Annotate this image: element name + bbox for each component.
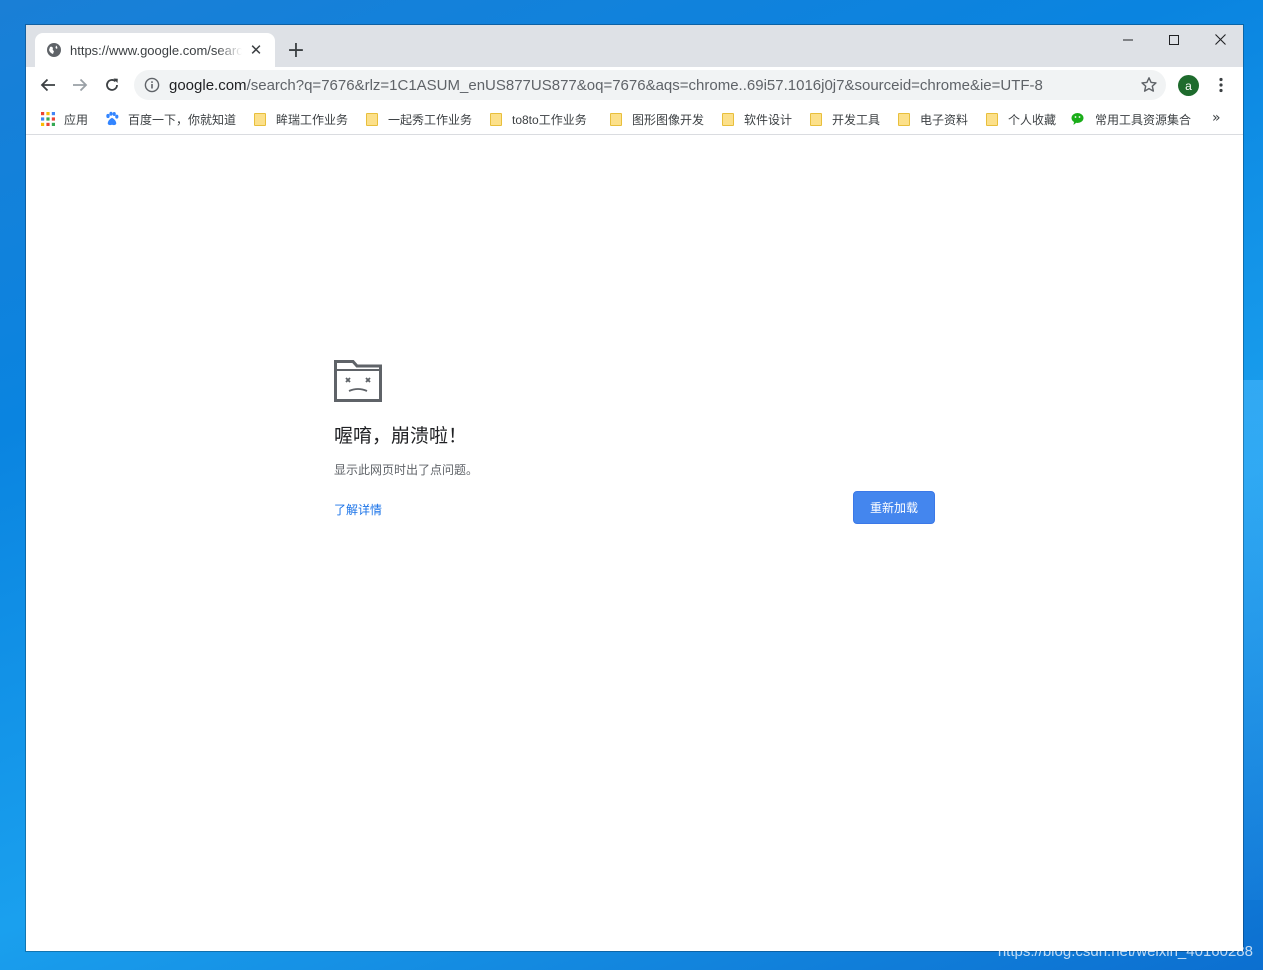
maximize-button[interactable] [1151, 25, 1197, 54]
maximize-icon [1169, 34, 1179, 45]
bookmark-label: 软件设计 [744, 112, 793, 127]
bookmark-folder[interactable]: 眸瑞工作业务 [252, 109, 348, 129]
tab-strip: https://www.google.com/search?q=7676 ✕ + [26, 25, 1243, 67]
bookmark-label: 眸瑞工作业务 [276, 112, 349, 127]
globe-icon [47, 43, 61, 57]
forward-button[interactable] [67, 72, 93, 98]
error-title: 喔唷，崩溃啦！ [334, 425, 468, 447]
bookmark-folder[interactable]: 图形图像开发 [608, 109, 704, 129]
folder-icon [986, 113, 998, 126]
sad-tab-icon [334, 360, 382, 402]
info-icon[interactable] [144, 77, 160, 93]
profile-avatar[interactable]: a [1178, 75, 1199, 96]
bookmark-apps[interactable]: 应用 [40, 109, 88, 129]
reload-button[interactable]: 重新加载 [853, 491, 935, 524]
folder-icon [810, 113, 822, 126]
folder-icon [366, 113, 378, 126]
tab-close-icon[interactable]: ✕ [247, 41, 265, 59]
star-icon[interactable] [1140, 76, 1158, 94]
address-host: google.com [169, 76, 247, 94]
bookmark-folder[interactable]: 电子资料 [896, 109, 968, 129]
folder-icon [722, 113, 734, 126]
bookmark-folder[interactable]: to8to工作业务 [488, 109, 587, 129]
reload-toolbar-button[interactable] [99, 72, 125, 98]
bookmark-folder[interactable]: 开发工具 [808, 109, 880, 129]
address-text: google.com/search?q=7676&rlz=1C1ASUM_enU… [169, 77, 1129, 94]
more-vert-icon[interactable] [1212, 76, 1230, 94]
bookmark-label: 百度一下，你就知道 [128, 112, 237, 127]
folder-icon [490, 113, 502, 126]
bookmark-tools[interactable]: 常用工具资源集合 [1071, 109, 1191, 129]
bookmark-label: 图形图像开发 [632, 112, 705, 127]
bookmark-label: 应用 [64, 112, 89, 127]
browser-window: https://www.google.com/search?q=7676 ✕ + [26, 25, 1243, 951]
watermark: https://blog.csdn.net/weixin_40160288 [997, 943, 1253, 960]
bookmark-folder[interactable]: 一起秀工作业务 [364, 109, 472, 129]
bookmark-label: 常用工具资源集合 [1095, 112, 1192, 127]
bookmark-label: 开发工具 [832, 112, 881, 127]
close-icon [1214, 34, 1226, 45]
bookmark-label: 一起秀工作业务 [388, 112, 473, 127]
address-path: /search?q=7676&rlz=1C1ASUM_enUS877US877&… [246, 76, 1043, 94]
refresh-icon [106, 78, 118, 91]
new-tab-button[interactable]: + [284, 38, 308, 63]
bookmark-folder[interactable]: 软件设计 [720, 109, 792, 129]
page-content: 喔唷，崩溃啦！ 显示此网页时出了点问题。 了解详情 重新加载 [26, 136, 1243, 951]
tab-active[interactable]: https://www.google.com/search?q=7676 ✕ [35, 33, 275, 67]
bookmark-label: 个人收藏 [1008, 112, 1057, 127]
folder-icon [254, 113, 266, 126]
bookmarks-bar: 应用 百度一下，你就知道 眸瑞工作业务 一起秀工作业务 to8to工作业务 图形… [26, 103, 1243, 135]
folder-icon [610, 113, 622, 126]
close-window-button[interactable] [1197, 25, 1243, 54]
back-button[interactable] [35, 72, 61, 98]
bookmark-label: 电子资料 [920, 112, 969, 127]
minimize-button[interactable] [1105, 25, 1151, 54]
bookmark-label: to8to工作业务 [512, 112, 587, 127]
tab-title: https://www.google.com/search?q=7676 [70, 42, 242, 58]
address-bar[interactable]: google.com/search?q=7676&rlz=1C1ASUM_enU… [134, 70, 1166, 100]
minimize-icon [1123, 39, 1133, 40]
bookmark-baidu[interactable]: 百度一下，你就知道 [104, 109, 236, 129]
window-controls [1105, 25, 1243, 54]
toolbar: google.com/search?q=7676&rlz=1C1ASUM_enU… [26, 67, 1243, 103]
arrow-left-icon [40, 78, 55, 92]
arrow-right-icon [73, 78, 88, 92]
error-description: 显示此网页时出了点问题。 [334, 463, 479, 477]
baidu-paw-icon [106, 111, 119, 126]
learn-more-link[interactable]: 了解详情 [334, 501, 382, 518]
apps-grid-icon [41, 112, 55, 126]
folder-icon [898, 113, 910, 126]
bookmark-folder[interactable]: 个人收藏 [984, 109, 1056, 129]
bookmarks-overflow-button[interactable]: » [1212, 110, 1221, 126]
wechat-icon [1071, 113, 1084, 125]
